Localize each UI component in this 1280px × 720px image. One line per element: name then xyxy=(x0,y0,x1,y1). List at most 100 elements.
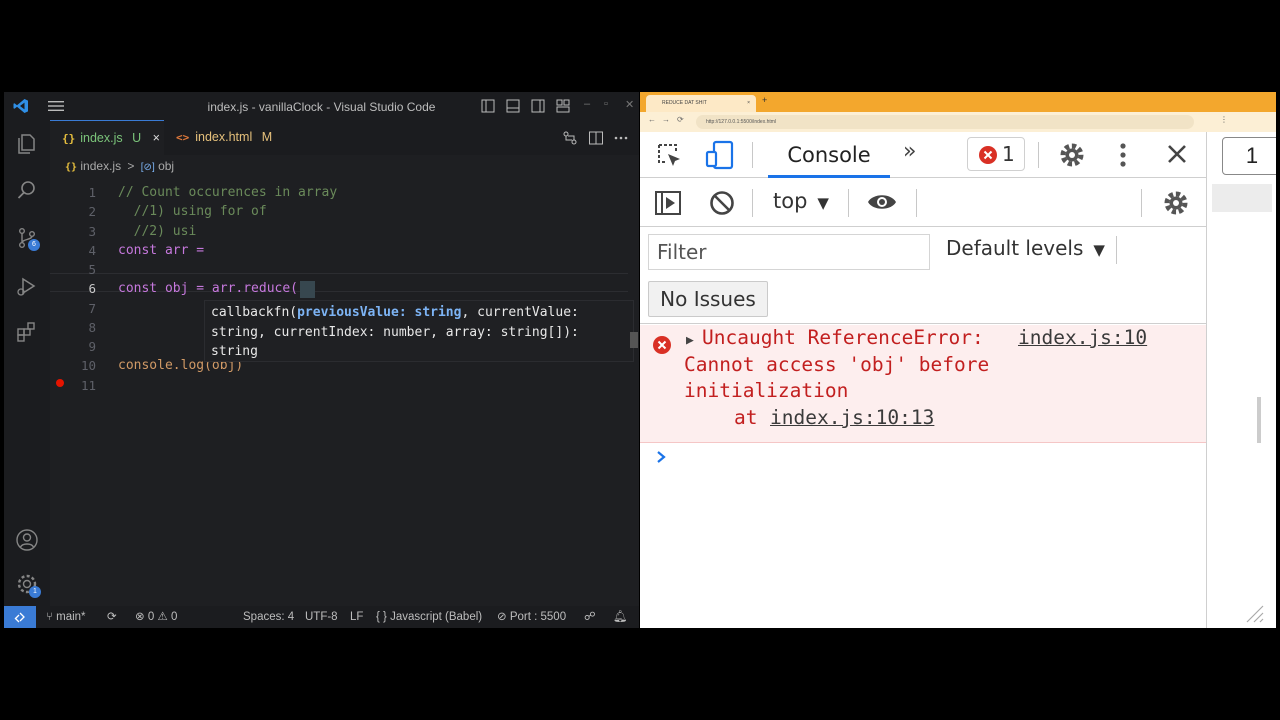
vscode-window: index.js - vanillaClock - Visual Studio … xyxy=(4,92,639,628)
encoding-status[interactable]: UTF-8 xyxy=(305,606,338,628)
line-number: 7 xyxy=(88,301,96,316)
reload-icon[interactable]: ⟳ xyxy=(677,115,684,124)
source-link[interactable]: index.js:10 xyxy=(1018,325,1147,352)
console-settings-gear-icon[interactable] xyxy=(1162,189,1190,217)
error-count-badge[interactable]: 1 xyxy=(967,137,1025,171)
indentation-status[interactable]: Spaces: 4 xyxy=(243,606,294,628)
line-number: 2 xyxy=(88,204,96,219)
close-devtools-icon[interactable] xyxy=(1166,143,1188,165)
tooltip-rest: , currentValue: xyxy=(461,305,579,320)
filter-input[interactable]: Filter xyxy=(648,234,930,270)
stack-at: at xyxy=(734,406,758,429)
error-message-line: Cannot access 'obj' before xyxy=(684,353,990,376)
live-expression-eye-icon[interactable] xyxy=(867,192,897,212)
clear-console-icon[interactable] xyxy=(709,190,735,216)
tooltip-fn: callbackfn( xyxy=(211,305,298,320)
more-tabs-button[interactable]: » xyxy=(903,139,916,164)
line-number: 1 xyxy=(88,185,96,200)
line-number: 8 xyxy=(88,320,96,335)
breadcrumb: {} index.js > [⊘] obj xyxy=(50,155,639,177)
branch-status[interactable]: ⑂ main* xyxy=(46,606,86,628)
error-title: Uncaught ReferenceError: xyxy=(702,326,984,349)
extensions-icon[interactable] xyxy=(15,320,39,344)
code-line-active: const obj = arr.reduce( ) xyxy=(118,281,314,296)
toggle-panel-icon[interactable] xyxy=(506,99,520,113)
console-error-message: ▶ Uncaught ReferenceError: index.js:10 C… xyxy=(640,325,1206,443)
breakpoint-dot[interactable] xyxy=(56,379,64,387)
tab-index-html[interactable]: <> index.html M xyxy=(164,120,284,155)
problems-status[interactable]: ⊗ 0 ⚠ 0 xyxy=(135,606,177,628)
context-selector[interactable]: top ▼ xyxy=(773,189,829,213)
minimize-button[interactable]: – xyxy=(584,98,590,110)
live-server-status[interactable]: ⊘ Port : 5500 xyxy=(497,606,566,628)
back-arrow-icon[interactable]: ← xyxy=(648,115,656,124)
forward-arrow-icon[interactable]: → xyxy=(662,115,670,124)
resize-handle[interactable] xyxy=(1257,397,1261,443)
tab-label: index.js xyxy=(80,131,123,145)
line-number: 6 xyxy=(88,281,96,296)
line-number: 9 xyxy=(88,339,96,354)
customize-layout-icon[interactable] xyxy=(556,99,570,113)
status-bar: ⑂ main* ⟳ ⊗ 0 ⚠ 0 Spaces: 4 UTF-8 LF { }… xyxy=(4,606,639,628)
show-sidebar-icon[interactable] xyxy=(654,189,682,217)
divider xyxy=(916,189,917,217)
breadcrumb-file[interactable]: index.js xyxy=(80,159,121,173)
extensions-icon[interactable]: ⋮ xyxy=(1220,115,1228,124)
page-area: 1 xyxy=(1206,132,1276,628)
line-number: 4 xyxy=(88,243,96,258)
remote-indicator[interactable] xyxy=(4,606,36,628)
warning-count: 0 xyxy=(170,611,178,623)
device-toolbar-icon[interactable] xyxy=(704,139,736,171)
eol-status[interactable]: LF xyxy=(350,606,363,628)
log-levels-dropdown[interactable]: Default levels ▼ xyxy=(946,236,1105,260)
port-label: Port : 5500 xyxy=(509,611,567,623)
code-line: // Count occurences in array xyxy=(118,185,338,200)
dropdown-arrow-icon: ▼ xyxy=(1093,241,1105,259)
more-actions-icon[interactable] xyxy=(613,130,629,146)
editor-scrollbar[interactable] xyxy=(630,332,638,348)
code-editor[interactable]: 1 // Count occurences in array 2 //1) us… xyxy=(50,177,639,606)
split-editor-icon[interactable] xyxy=(588,130,604,146)
vscode-titlebar: index.js - vanillaClock - Visual Studio … xyxy=(4,92,639,120)
devtools-tabbar: Console » 1 xyxy=(640,132,1206,178)
inspect-element-icon[interactable] xyxy=(656,142,684,170)
address-bar[interactable]: http://127.0.0.1:5500/index.html xyxy=(696,115,1194,129)
run-debug-icon[interactable] xyxy=(15,274,39,298)
toggle-secondary-sidebar-icon[interactable] xyxy=(531,99,545,113)
tab-index-js[interactable]: {} index.js U × xyxy=(50,120,164,155)
expand-triangle-icon[interactable]: ▶ xyxy=(686,328,694,355)
divider xyxy=(1038,142,1039,168)
close-tab-icon[interactable]: × xyxy=(153,131,160,145)
kebab-menu-icon[interactable] xyxy=(1118,141,1128,169)
search-icon[interactable] xyxy=(15,178,39,202)
open-changes-icon[interactable] xyxy=(562,130,578,146)
accounts-icon[interactable] xyxy=(15,528,39,552)
new-tab-button[interactable]: + xyxy=(762,95,767,105)
issues-button[interactable]: No Issues xyxy=(648,281,768,317)
stack-source-link[interactable]: index.js:10:13 xyxy=(770,405,934,432)
tab-label: index.html xyxy=(195,130,253,144)
tab-console[interactable]: Console xyxy=(768,132,890,178)
toggle-sidebar-icon[interactable] xyxy=(481,99,495,113)
close-window-button[interactable]: ✕ xyxy=(625,98,634,111)
divider xyxy=(848,189,849,217)
resize-corner-icon[interactable] xyxy=(1243,602,1265,624)
divider xyxy=(1116,236,1117,264)
feedback-icon[interactable]: ☍ xyxy=(584,606,596,628)
divider xyxy=(1141,189,1142,217)
language-status[interactable]: { } Javascript (Babel) xyxy=(376,606,482,628)
explorer-icon[interactable] xyxy=(15,132,39,156)
console-prompt-chevron-icon[interactable] xyxy=(654,450,668,464)
sync-icon[interactable]: ⟳ xyxy=(107,606,117,628)
js-file-icon: {} xyxy=(65,162,78,173)
notifications-bell-icon[interactable]: 🔔︎ xyxy=(613,606,628,628)
settings-gear-icon[interactable] xyxy=(1058,141,1086,169)
tooltip-line3: string xyxy=(211,344,258,359)
browser-tab[interactable]: REDUCE DAT SHIT × xyxy=(646,95,756,112)
page-number: 1 xyxy=(1222,137,1276,175)
close-tab-icon[interactable]: × xyxy=(747,95,750,112)
browser-window: REDUCE DAT SHIT × + ← → ⟳ http://127.0.0.… xyxy=(640,92,1276,628)
breadcrumb-symbol[interactable]: obj xyxy=(158,159,174,173)
divider xyxy=(752,142,753,168)
maximize-button[interactable]: ▫ xyxy=(604,98,608,110)
